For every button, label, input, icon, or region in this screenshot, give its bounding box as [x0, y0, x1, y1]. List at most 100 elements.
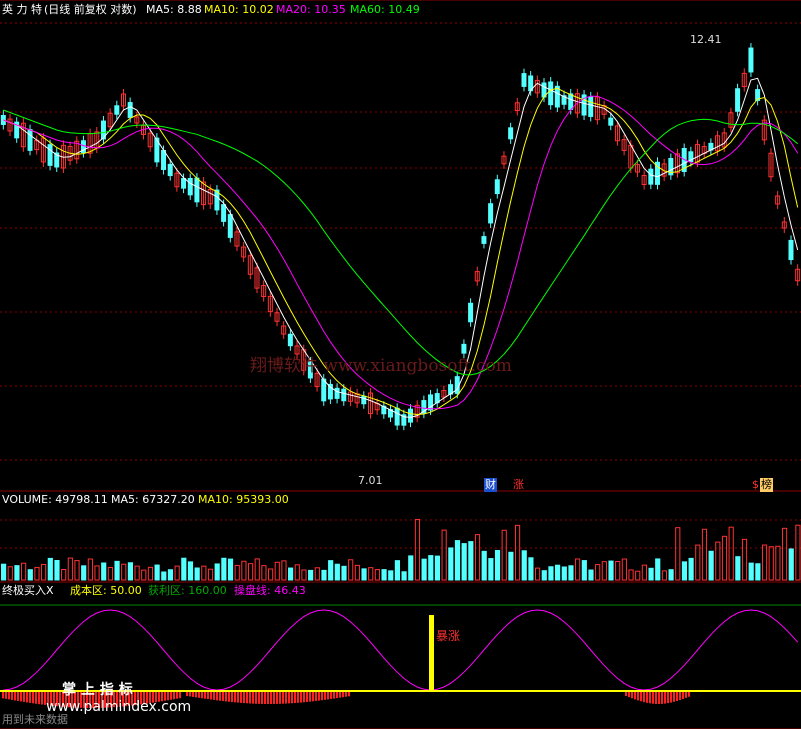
candle-body: [508, 127, 514, 140]
indicator-bar: [204, 692, 206, 699]
volume-bar: [661, 570, 668, 581]
volume-bar: [61, 568, 67, 581]
watermark: 翔博软件 www.xiangbosoft.com: [250, 356, 512, 376]
indicator-bar: [658, 692, 660, 704]
volume-bar: [501, 529, 507, 581]
volume-bar: [761, 544, 768, 581]
indicator-bar: [673, 692, 675, 702]
volume-bar: [648, 567, 654, 581]
volume-bar: [34, 566, 40, 581]
volume-bar: [374, 569, 380, 581]
candle-body: [321, 378, 327, 402]
event-marker-dollar[interactable]: $: [752, 478, 759, 492]
volume-bar: [54, 560, 60, 581]
volume-bar: [535, 567, 541, 581]
trade-line: [3, 609, 799, 691]
indicator-bar: [264, 692, 266, 704]
indicator-bar: [285, 692, 287, 704]
volume-bar: [181, 557, 187, 581]
event-marker-list[interactable]: 榜: [760, 478, 773, 492]
indicator-bar: [342, 692, 344, 698]
volume-bar: [87, 558, 93, 581]
volume-bar: [81, 565, 87, 581]
indicator-title: 终极买入X: [2, 584, 54, 597]
volume-bar: [555, 564, 561, 581]
volume-bar: [187, 561, 194, 581]
indicator-bar: [2, 692, 4, 699]
volume-bar: [448, 547, 454, 581]
volume-bar: [101, 562, 107, 581]
volume-bar: [121, 563, 127, 581]
volume-bar: [675, 527, 681, 581]
indicator-bar: [32, 692, 34, 704]
volume-bar: [655, 558, 661, 581]
candle-body: [568, 93, 574, 110]
indicator-bar: [210, 692, 212, 700]
event-marker-finance[interactable]: 财: [484, 478, 497, 492]
volume-bar: [167, 569, 174, 581]
indicator-bar: [255, 692, 257, 704]
volume-bar: [134, 565, 140, 581]
stock-name: 英 力 特: [2, 3, 42, 16]
volume-bar: [414, 518, 421, 581]
brand-url: www.palmindex.com: [46, 699, 192, 715]
indicator-bar: [35, 692, 37, 704]
indicator-bar: [330, 692, 332, 699]
indicator-bar: [294, 692, 296, 704]
volume-bar: [768, 546, 774, 581]
volume-bar: [381, 569, 387, 581]
volume-bar: [221, 557, 227, 581]
candle-body: [408, 408, 414, 423]
volume-bar: [308, 569, 314, 581]
volume-bar: [47, 557, 53, 581]
indicator-bar: [179, 692, 181, 699]
indicator-bar: [676, 692, 678, 702]
indicator-bar: [8, 692, 10, 700]
indicator-bar: [297, 692, 299, 703]
volume-bar: [788, 548, 794, 581]
indicator-bar: [5, 692, 7, 699]
volume-bar: [521, 550, 527, 581]
indicator-bar: [225, 692, 227, 702]
indicator-bar: [664, 692, 666, 704]
indicator-bar: [321, 692, 323, 701]
indicator-bar: [11, 692, 13, 700]
volume-bar: [194, 567, 200, 581]
indicator-bar: [216, 692, 218, 701]
indicator-bar: [631, 692, 633, 699]
indicator-bar: [273, 692, 275, 704]
volume-bar: [708, 550, 714, 581]
indicator-bar: [26, 692, 28, 703]
indicator-bar: [685, 692, 687, 698]
volume-bar: [441, 529, 447, 581]
indicator-bar: [628, 692, 630, 698]
volume-bar: [428, 555, 434, 581]
indicator-bar: [688, 692, 690, 697]
indicator-bar: [219, 692, 221, 701]
volume-bar: [701, 528, 708, 581]
indicator-bar: [288, 692, 290, 704]
volume-bar: [27, 569, 33, 581]
indicator-bar: [670, 692, 672, 703]
volume-bar: [161, 571, 167, 581]
candle-body: [608, 117, 614, 126]
ma10-label: MA10: 10.02: [204, 3, 274, 16]
candle-body: [47, 144, 53, 166]
volume-bar: [354, 564, 360, 581]
candle-body: [27, 129, 33, 151]
volume-bar: [394, 560, 401, 581]
volume-bar: [581, 560, 587, 581]
indicator-bar: [279, 692, 281, 704]
volume-bar: [595, 564, 601, 581]
event-marker-rise[interactable]: 涨: [513, 478, 524, 492]
indicator-bar: [282, 692, 284, 704]
volume-bar: [481, 550, 487, 581]
trade-line-label: 操盘线: 46.43: [234, 584, 306, 597]
volume-bar: [41, 563, 47, 581]
indicator-bar: [315, 692, 317, 701]
volume-bar: [21, 562, 27, 581]
candle-body: [461, 343, 467, 354]
volume-bar: [147, 566, 154, 581]
indicator-bar: [667, 692, 669, 704]
candle-body: [287, 333, 293, 347]
